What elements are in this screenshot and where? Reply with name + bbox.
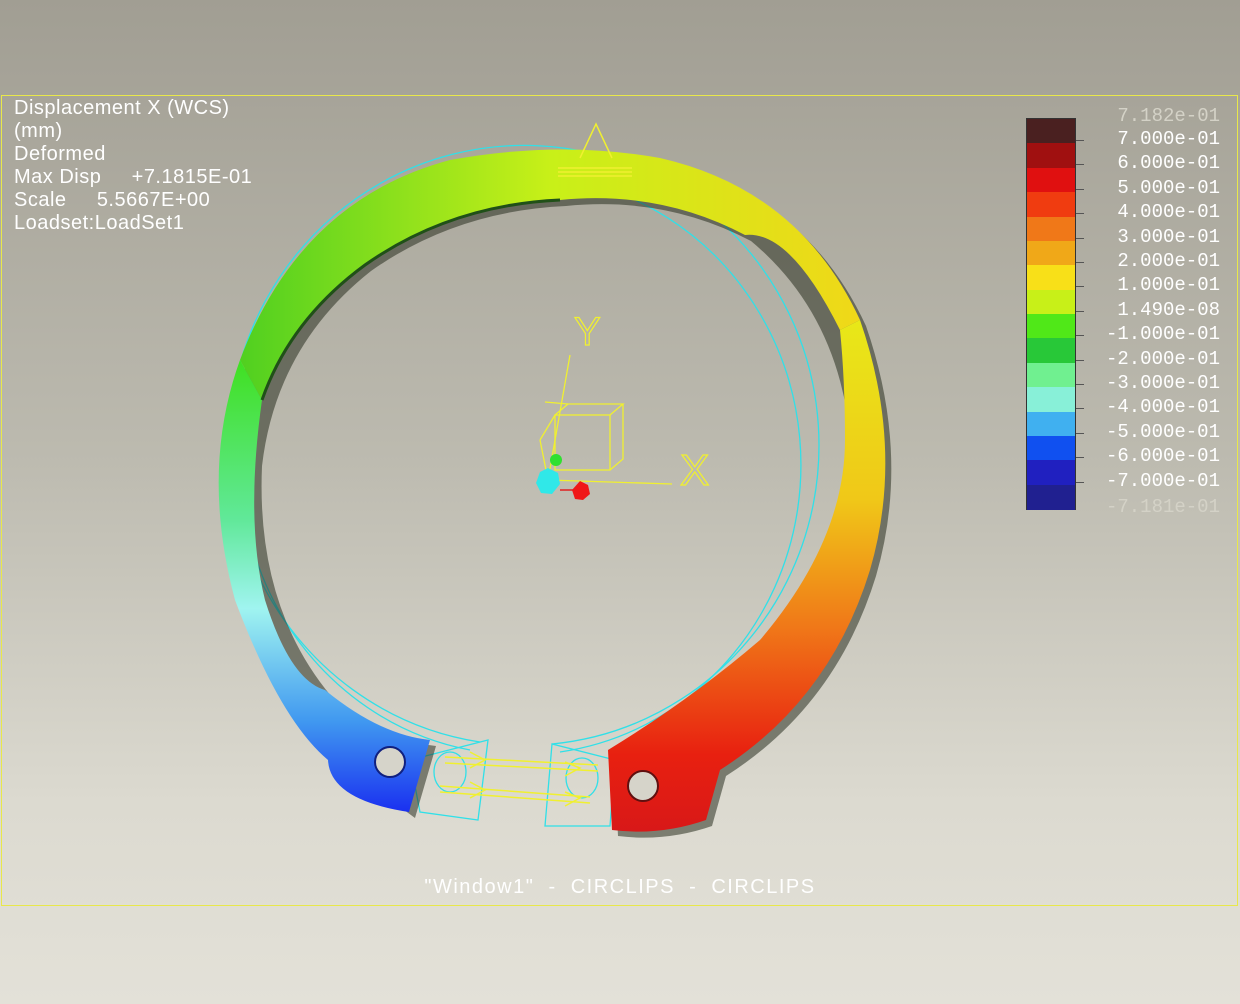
- legend-tick: [1076, 213, 1084, 215]
- legend-label: 3.000e-01: [1117, 225, 1220, 248]
- legend-color-segment: [1027, 216, 1075, 242]
- legend-label: 2.000e-01: [1117, 250, 1220, 272]
- legend-tick: [1076, 384, 1084, 385]
- legend-tick: [1076, 335, 1084, 337]
- legend-color-segment: [1027, 484, 1075, 510]
- load-symbols: [439, 122, 632, 807]
- legend-color-segment: [1027, 265, 1075, 291]
- legend-color-segment: [1027, 119, 1075, 144]
- legend-color-segment: [1027, 362, 1075, 388]
- legend-label: -6.000e-01: [1105, 445, 1220, 468]
- legend-label: -3.000e-01: [1105, 372, 1220, 394]
- y-axis-label: Y: [574, 310, 601, 354]
- deformed-ring: [218, 149, 892, 838]
- legend-label: 7.000e-01: [1117, 128, 1220, 150]
- legend-label: -5.000e-01: [1105, 420, 1220, 443]
- legend-label: -1.000e-01: [1105, 323, 1220, 346]
- legend-min-label: -7.181e-01: [1105, 496, 1220, 518]
- legend-tick: [1076, 310, 1084, 312]
- legend-color-segment: [1027, 143, 1075, 169]
- legend-label: 6.000e-01: [1117, 152, 1220, 175]
- legend-label: 1.490e-08: [1117, 298, 1220, 321]
- legend-tick: [1076, 408, 1084, 410]
- legend-tick: [1076, 481, 1084, 483]
- legend-color-segment: [1027, 411, 1075, 437]
- legend-max-label: 7.182e-01: [1117, 105, 1220, 127]
- legend-label: -2.000e-01: [1105, 347, 1220, 370]
- legend-tick: [1076, 188, 1084, 190]
- legend-color-segment: [1027, 192, 1075, 218]
- legend-label: -7.000e-01: [1105, 469, 1220, 492]
- legend-color-bar: [1026, 118, 1076, 510]
- legend-label: 4.000e-01: [1117, 201, 1220, 224]
- legend-tick: [1076, 286, 1084, 288]
- legend-tick: [1076, 262, 1084, 263]
- legend-tick: [1076, 432, 1084, 434]
- legend-color-segment: [1027, 167, 1075, 193]
- legend-tick: [1076, 164, 1084, 166]
- legend-color-segment: [1027, 460, 1075, 486]
- legend-color-segment: [1027, 338, 1075, 364]
- legend-color-segment: [1027, 314, 1075, 339]
- legend-color-segment: [1027, 289, 1075, 315]
- wcs-triad: [539, 354, 673, 485]
- window-title-label: "Window1" - CIRCLIPS - CIRCLIPS: [424, 876, 816, 898]
- legend-color-segment: [1027, 240, 1075, 266]
- legend-tick: [1076, 359, 1084, 361]
- legend-tick: [1076, 457, 1084, 459]
- legend-tick: [1076, 140, 1084, 141]
- legend-label: 1.000e-01: [1117, 274, 1220, 297]
- legend-color-segment: [1027, 435, 1075, 461]
- x-axis-label: X: [680, 446, 709, 495]
- legend-label: -4.000e-01: [1105, 396, 1220, 419]
- legend-color-segment: [1027, 387, 1075, 413]
- legend-tick: [1076, 237, 1084, 239]
- legend-label: 5.000e-01: [1117, 176, 1220, 199]
